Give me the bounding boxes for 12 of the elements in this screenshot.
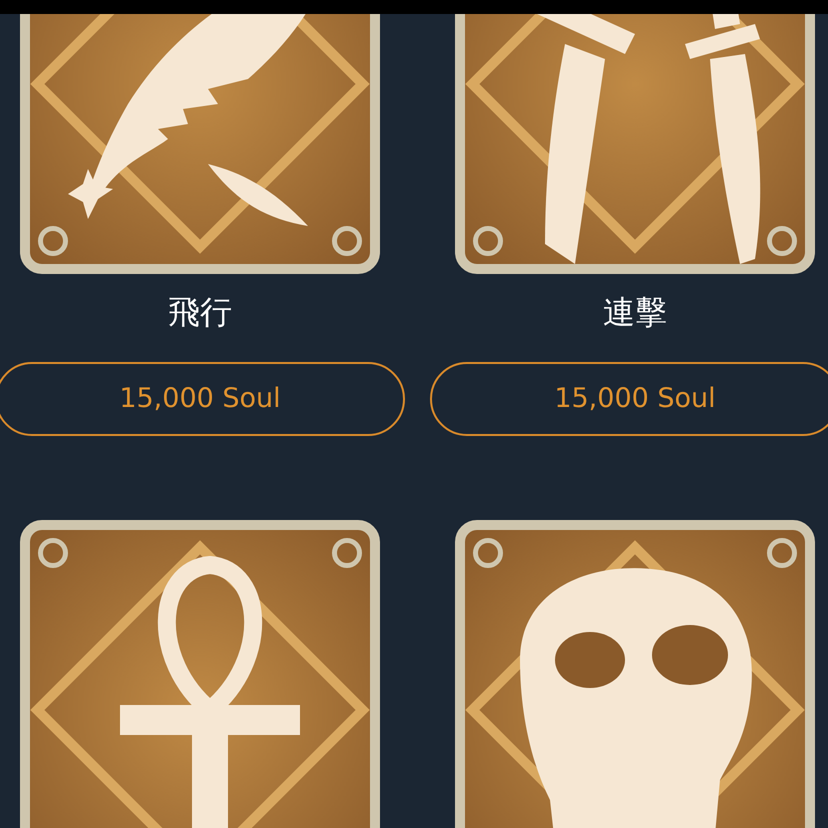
corner-ring-icon bbox=[332, 538, 362, 568]
corner-ring-icon bbox=[473, 226, 503, 256]
corner-ring-icon bbox=[473, 538, 503, 568]
corner-ring-icon bbox=[767, 538, 797, 568]
corner-ring-icon bbox=[38, 538, 68, 568]
item-name: 連擊 bbox=[603, 292, 667, 332]
price-button[interactable]: 15,000 Soul bbox=[0, 362, 405, 436]
corner-ring-icon bbox=[767, 226, 797, 256]
corner-ring-icon bbox=[332, 226, 362, 256]
price-button[interactable]: 15,000 Soul bbox=[430, 362, 828, 436]
item-name: 飛行 bbox=[168, 292, 232, 332]
corner-ring-icon bbox=[38, 226, 68, 256]
